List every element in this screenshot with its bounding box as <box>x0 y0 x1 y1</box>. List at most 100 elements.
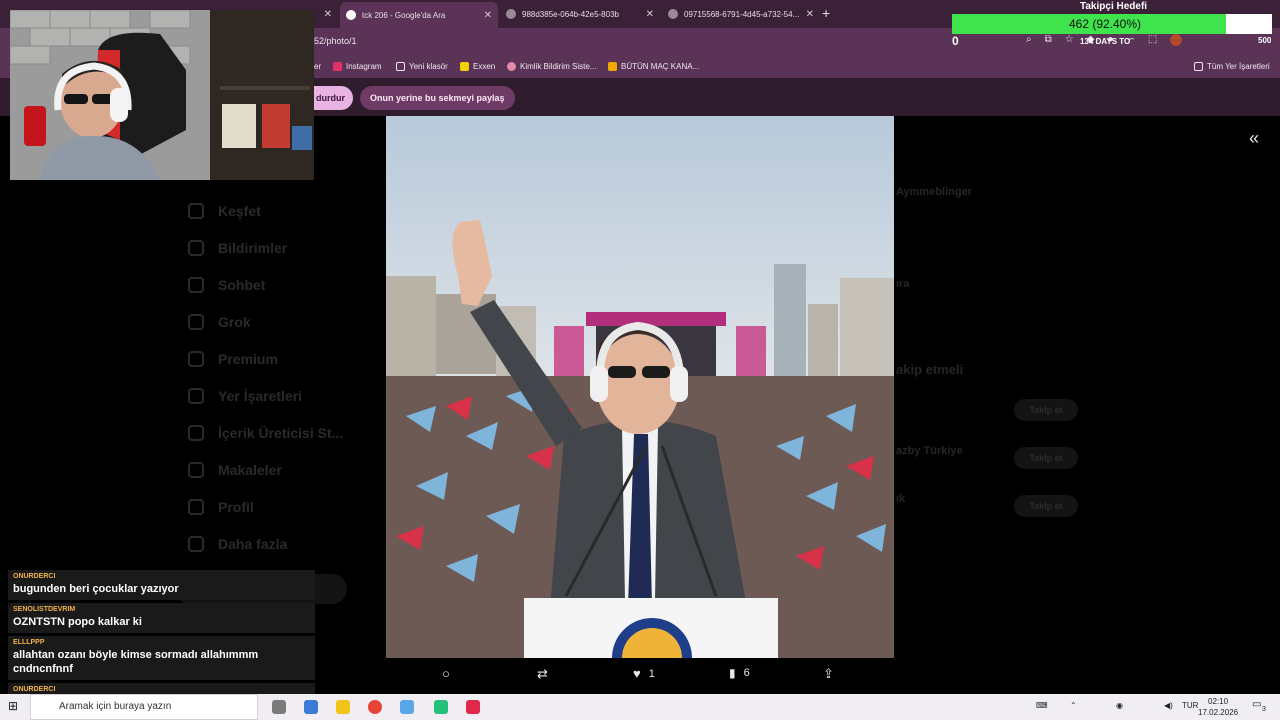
follow-button[interactable]: Takip et <box>1014 447 1078 469</box>
bookmark-icon <box>608 62 617 71</box>
tab-google-search[interactable]: tck 206 - Google'da Ara ✕ <box>340 2 498 28</box>
chat-text: OZNTSTN popo kalkar ki <box>13 616 142 628</box>
bookmark-label: Kimlik Bildirim Siste... <box>520 62 597 71</box>
volume-icon[interactable]: ◀) <box>1164 701 1173 710</box>
bell-icon <box>188 240 204 256</box>
reply-icon: ○ <box>442 666 450 681</box>
tab-uuid-1[interactable]: 988d385e-064b-42e5-803b ✕ <box>500 4 660 24</box>
bookmark-icon <box>188 388 204 404</box>
url-text[interactable]: 52/photo/1 <box>314 36 357 46</box>
bookmark-item[interactable]: er <box>314 62 321 71</box>
profile-avatar[interactable] <box>1170 34 1183 46</box>
chat-username: ONURDERCI <box>13 686 56 693</box>
who-to-follow-heading: akip etmeli <box>896 362 964 377</box>
sidebar-item-grok[interactable]: Grok <box>188 314 251 330</box>
all-bookmarks[interactable]: Tüm Yer İşaretleri <box>1194 62 1270 71</box>
clock[interactable]: 02:10 17.02.2026 <box>1198 696 1238 718</box>
bookmark-folder[interactable]: Yeni klasör <box>396 62 448 71</box>
explorer-icon[interactable] <box>336 700 350 714</box>
network-icon[interactable]: ◉ <box>1116 701 1123 710</box>
goal-max: 500 <box>1258 36 1272 45</box>
clock-time: 02:10 <box>1208 697 1229 706</box>
bookmark-label: BÜTÜN MAÇ KANA... <box>621 62 700 71</box>
share-this-tab-button[interactable]: Onun yerine bu sekmeyi paylaş <box>360 86 515 110</box>
bookmark-exxen[interactable]: Exxen <box>460 62 495 71</box>
chat-username: ELLLPPP <box>13 639 45 646</box>
grok-icon <box>188 314 204 330</box>
language-indicator[interactable]: TUR <box>1182 701 1198 710</box>
tab-title: 09715568-6791-4d45-a732-54... <box>684 9 800 19</box>
app-icon[interactable] <box>434 700 448 714</box>
tab-partial[interactable]: ✕ <box>314 4 338 24</box>
puzzle-icon[interactable]: ⬚ <box>1148 34 1157 46</box>
sidebar-item-messages[interactable]: Sohbet <box>188 277 265 293</box>
search-icon <box>188 203 204 219</box>
keyboard-icon[interactable]: ⌨ <box>1036 701 1048 710</box>
webcam-illustration <box>10 10 314 180</box>
bookmark-label: Exxen <box>473 62 496 71</box>
tab-uuid-2[interactable]: 09715568-6791-4d45-a732-54... ✕ <box>662 4 820 24</box>
taskbar-search-input[interactable]: Aramak için buraya yazın <box>30 694 258 720</box>
mail-icon <box>188 277 204 293</box>
post-photo[interactable] <box>386 116 894 658</box>
share-button[interactable]: ⇪ <box>823 666 834 682</box>
obs-icon[interactable] <box>466 700 480 714</box>
reply-button[interactable]: ○ <box>442 666 450 681</box>
chrome-icon[interactable] <box>368 700 382 714</box>
notification-count: 3 <box>1262 706 1266 713</box>
sidebar-item-profile[interactable]: Profil <box>188 499 254 515</box>
sidebar-item-label: Makaleler <box>218 462 282 478</box>
search-placeholder: Aramak için buraya yazın <box>59 701 172 712</box>
app-icon[interactable] <box>400 700 414 714</box>
sidebar-item-premium[interactable]: Premium <box>188 351 278 367</box>
chat-username: SENOLISTDEVRIM <box>13 606 76 613</box>
sidebar-item-more[interactable]: Daha fazla <box>188 536 287 552</box>
bookmark-instagram[interactable]: Instagram <box>333 62 382 71</box>
notification-icon[interactable]: ▭ <box>1252 699 1261 710</box>
sidebar-item-label: Keşfet <box>218 203 261 219</box>
sidebar-item-explore[interactable]: Keşfet <box>188 203 261 219</box>
close-icon[interactable]: ✕ <box>484 10 492 21</box>
bookmark-label: Yeni klasör <box>409 62 448 71</box>
windows-start-icon[interactable]: ⊞ <box>8 699 18 713</box>
bookmark-kimlik[interactable]: Kimlik Bildirim Siste... <box>507 62 596 71</box>
dim-text: Aymmeblinger <box>896 186 973 198</box>
like-button[interactable]: ♥ 1 <box>633 666 655 681</box>
chat-message: ONURDERCI bugunden beri çocuklar yazıyor <box>8 570 315 600</box>
bookmark-mac[interactable]: BÜTÜN MAÇ KANA... <box>608 62 699 71</box>
follow-button[interactable]: Takip et <box>1014 495 1078 517</box>
goal-progress-text: 462 (92.40%) <box>1068 17 1142 31</box>
globe-icon <box>506 9 516 19</box>
install-icon[interactable]: ⧉ <box>1045 34 1052 46</box>
share-icon: ⇪ <box>823 666 834 681</box>
new-tab-button[interactable]: + <box>822 5 830 21</box>
follow-button[interactable]: Takip et <box>1014 399 1078 421</box>
bookmark-label: Instagram <box>346 62 382 71</box>
instagram-icon <box>333 62 342 71</box>
views-button[interactable]: ▮ 6 <box>729 666 750 680</box>
article-icon <box>188 462 204 478</box>
edge-icon[interactable] <box>304 700 318 714</box>
chat-text: allahtan ozanı böyle kimse sormadı allah… <box>13 649 259 675</box>
sidebar-item-bookmarks[interactable]: Yer İşaretleri <box>188 388 302 404</box>
folder-icon <box>396 62 405 71</box>
close-icon[interactable]: ✕ <box>646 9 654 20</box>
sidebar-item-notifications[interactable]: Bildirimler <box>188 240 287 256</box>
tray-expand-icon[interactable]: ⌃ <box>1070 701 1077 710</box>
close-icon[interactable]: ✕ <box>806 9 814 20</box>
sidebar-item-articles[interactable]: Makaleler <box>188 462 282 478</box>
close-icon[interactable]: ✕ <box>324 9 332 20</box>
folder-icon <box>1194 62 1203 71</box>
goal-title: Takipçi Hedefi <box>1080 1 1148 12</box>
bookmark-star-icon[interactable]: ☆ <box>1065 34 1074 46</box>
goal-min: 0 <box>952 34 959 48</box>
heart-icon: ♥ <box>633 666 641 681</box>
zoom-icon[interactable]: ⌕ <box>1026 34 1032 46</box>
sidebar-item-creator-studio[interactable]: İçerik Üreticisi St... <box>188 425 343 441</box>
suggested-account-name: ık <box>896 493 906 505</box>
screen: ✕ tck 206 - Google'da Ara ✕ 988d385e-064… <box>0 0 1280 720</box>
repost-button[interactable]: ⇄ <box>537 666 548 682</box>
task-view-icon[interactable] <box>272 700 286 714</box>
tab-title: 988d385e-064b-42e5-803b <box>522 9 619 19</box>
collapse-chevron-icon[interactable]: « <box>1249 128 1259 149</box>
